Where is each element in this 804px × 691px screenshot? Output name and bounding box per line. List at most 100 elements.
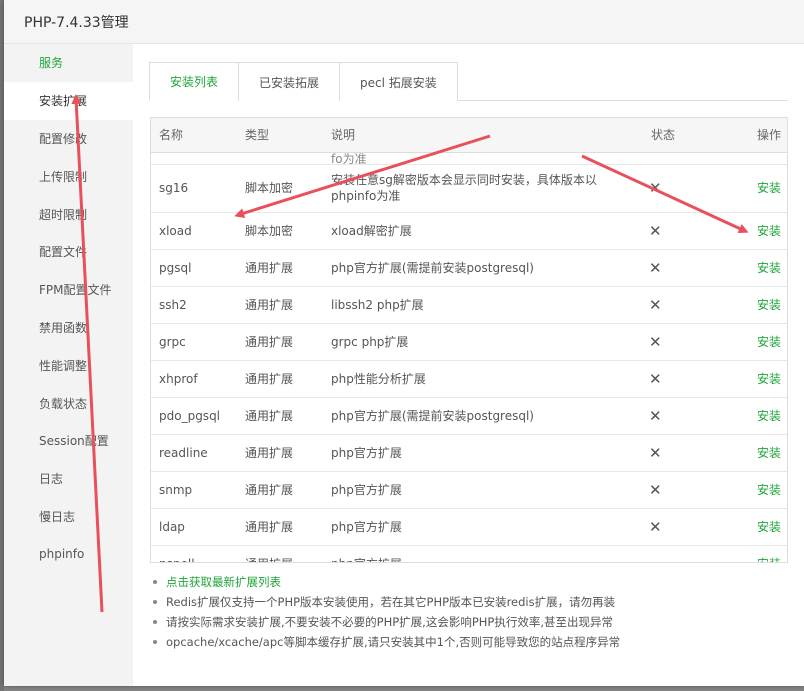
tab-label: 安装列表 — [170, 75, 219, 89]
status-not-installed-icon: ✕ — [643, 212, 713, 250]
cell-type: 通用扩展 — [237, 360, 323, 398]
sidebar-item-upload-limit[interactable]: 上传限制 — [4, 157, 133, 195]
cell-desc: php官方扩展 — [323, 434, 643, 472]
table-row: pgsql 通用扩展 php官方扩展(需提前安装postgresql) ✕ 安装 — [151, 249, 787, 287]
cell-name: grpc — [151, 323, 237, 361]
dialog-titlebar: PHP-7.4.33管理 — [4, 0, 804, 44]
sidebar-item-label: 配置修改 — [39, 131, 88, 146]
install-button[interactable]: 安装 — [757, 372, 781, 386]
table-row: pdo_pgsql 通用扩展 php官方扩展(需提前安装postgresql) … — [151, 397, 787, 435]
cell-name: ldap — [151, 508, 237, 546]
cell-type: 通用扩展 — [237, 508, 323, 546]
install-button[interactable]: 安装 — [757, 298, 781, 312]
column-header-op: 操作 — [713, 118, 787, 153]
sidebar-item-label: 禁用函数 — [39, 320, 88, 335]
sidebar-item-label: Session配置 — [39, 434, 109, 449]
tab-label: 已安装拓展 — [259, 75, 320, 90]
status-not-installed-icon: ✕ — [643, 164, 713, 213]
tips-list: 点击获取最新扩展列表 Redis扩展仅支持一个PHP版本安装使用，若在其它PHP… — [153, 572, 620, 652]
extension-table[interactable]: 名称 类型 说明 状态 操作 fo为准 sg16 脚本加密 安装任意sg解密版本… — [150, 117, 788, 563]
bullet-icon — [153, 620, 157, 624]
sidebar-item-phpinfo[interactable]: phpinfo — [4, 535, 133, 573]
sidebar: 服务 安装扩展 配置修改 上传限制 超时限制 配置文件 FPM配置文件 禁用函数… — [4, 44, 133, 686]
sidebar-item-fpm-config[interactable]: FPM配置文件 — [4, 271, 133, 309]
sidebar-item-label: 负载状态 — [39, 396, 88, 411]
install-button[interactable]: 安装 — [757, 520, 781, 534]
cell-desc: php官方扩展(需提前安装postgresql) — [323, 397, 643, 435]
install-button[interactable]: 安装 — [757, 224, 781, 238]
sidebar-item-label: 安装扩展 — [39, 94, 88, 109]
sidebar-item-slow-log[interactable]: 慢日志 — [4, 498, 133, 536]
sidebar-item-load-status[interactable]: 负载状态 — [4, 384, 133, 422]
cell-desc: libssh2 php扩展 — [323, 286, 643, 324]
sidebar-item-disabled-functions[interactable]: 禁用函数 — [4, 309, 133, 347]
table-row: pspell 通用扩展 php官方扩展 安装 — [151, 545, 787, 563]
install-button[interactable]: 安装 — [757, 557, 781, 563]
column-header-name: 名称 — [151, 118, 237, 153]
tip-item: 点击获取最新扩展列表 — [153, 572, 620, 592]
status-not-installed-icon: ✕ — [643, 323, 713, 361]
table-row: grpc 通用扩展 grpc php扩展 ✕ 安装 — [151, 323, 787, 361]
status-not-installed-icon: ✕ — [643, 249, 713, 287]
php-manager-dialog: PHP-7.4.33管理 服务 安装扩展 配置修改 上传限制 超时限制 配置文件… — [4, 0, 804, 686]
install-button[interactable]: 安装 — [757, 446, 781, 460]
column-header-desc: 说明 — [323, 118, 643, 153]
tab-pecl-install[interactable]: pecl 拓展安装 — [339, 62, 458, 101]
sidebar-item-log[interactable]: 日志 — [4, 460, 133, 498]
sidebar-item-label: 日志 — [39, 472, 64, 487]
cell-name: pspell — [151, 545, 237, 562]
tab-installed-extensions[interactable]: 已安装拓展 — [238, 62, 341, 101]
status-not-installed-icon: ✕ — [643, 471, 713, 509]
tip-item: opcache/xcache/apc等脚本缓存扩展,请只安装其中1个,否则可能导… — [153, 632, 620, 652]
sidebar-item-config-modify[interactable]: 配置修改 — [4, 120, 133, 158]
table-row: readline 通用扩展 php官方扩展 ✕ 安装 — [151, 434, 787, 472]
tab-label: pecl 拓展安装 — [360, 75, 437, 90]
tip-item: 请按实际需求安装扩展,不要安装不必要的PHP扩展,这会影响PHP执行效率,甚至出… — [153, 612, 620, 632]
cell-type: 通用扩展 — [237, 545, 323, 562]
cell-desc: fo为准 — [323, 152, 643, 165]
sidebar-item-label: phpinfo — [39, 547, 85, 562]
cell-name: readline — [151, 434, 237, 472]
sidebar-item-service[interactable]: 服务 — [4, 44, 133, 82]
cell-type: 通用扩展 — [237, 323, 323, 361]
cell-name: sg16 — [151, 164, 237, 213]
status-not-installed-icon: ✕ — [643, 434, 713, 472]
table-row: xload 脚本加密 xload解密扩展 ✕ 安装 — [151, 212, 787, 250]
install-button[interactable]: 安装 — [757, 335, 781, 349]
cell-type: 通用扩展 — [237, 471, 323, 509]
install-button[interactable]: 安装 — [757, 483, 781, 497]
cell-desc: grpc php扩展 — [323, 323, 643, 361]
bullet-icon — [153, 640, 157, 644]
table-row: snmp 通用扩展 php官方扩展 ✕ 安装 — [151, 471, 787, 509]
cell-type: 脚本加密 — [237, 164, 323, 213]
tip-text: Redis扩展仅支持一个PHP版本安装使用，若在其它PHP版本已安装redis扩… — [166, 595, 616, 609]
table-row: ldap 通用扩展 php官方扩展 ✕ 安装 — [151, 508, 787, 546]
refresh-extension-list-link[interactable]: 点击获取最新扩展列表 — [166, 572, 281, 592]
cell-desc: php性能分析扩展 — [323, 360, 643, 398]
cell-type: 通用扩展 — [237, 434, 323, 472]
cell-desc: php官方扩展 — [323, 471, 643, 509]
main-content: 安装列表 已安装拓展 pecl 拓展安装 名称 类型 说明 状态 操作 fo为准… — [133, 44, 804, 686]
sidebar-item-performance[interactable]: 性能调整 — [4, 346, 133, 384]
cell-name: ssh2 — [151, 286, 237, 324]
sidebar-item-session-config[interactable]: Session配置 — [4, 422, 133, 460]
cell-type: 通用扩展 — [237, 249, 323, 287]
sidebar-item-timeout-limit[interactable]: 超时限制 — [4, 195, 133, 233]
sidebar-item-install-extensions[interactable]: 安装扩展 — [4, 81, 133, 120]
cell-desc: php官方扩展(需提前安装postgresql) — [323, 249, 643, 287]
status-not-installed-icon: ✕ — [643, 397, 713, 435]
install-button[interactable]: 安装 — [757, 409, 781, 423]
bullet-icon — [153, 600, 157, 604]
cell-name: snmp — [151, 471, 237, 509]
sidebar-item-config-file[interactable]: 配置文件 — [4, 233, 133, 271]
install-button[interactable]: 安装 — [757, 181, 781, 195]
install-button[interactable]: 安装 — [757, 261, 781, 275]
sidebar-item-label: 服务 — [39, 56, 64, 71]
tip-text: opcache/xcache/apc等脚本缓存扩展,请只安装其中1个,否则可能导… — [166, 635, 621, 649]
status-not-installed-icon: ✕ — [643, 508, 713, 546]
tab-install-list[interactable]: 安装列表 — [149, 62, 240, 101]
cell-name: xhprof — [151, 360, 237, 398]
cell-type: 通用扩展 — [237, 286, 323, 324]
table-row: xhprof 通用扩展 php性能分析扩展 ✕ 安装 — [151, 360, 787, 398]
sidebar-item-label: 配置文件 — [39, 245, 88, 260]
